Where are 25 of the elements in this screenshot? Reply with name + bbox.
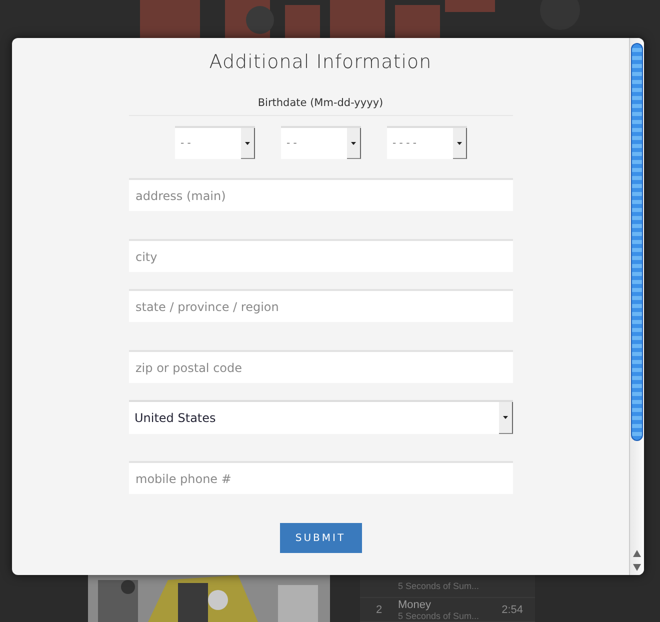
birthdate-select[interactable]: - - - - — [386, 126, 466, 159]
country-select[interactable]: United States — [128, 400, 512, 434]
input-field[interactable]: state / province / region — [128, 289, 512, 322]
caret-icon — [244, 142, 250, 144]
track-title: Money — [398, 598, 432, 610]
up-arrow-icon[interactable] — [633, 550, 641, 557]
input-field[interactable]: mobile phone # — [128, 461, 512, 494]
input-field[interactable]: zip or postal code — [128, 350, 512, 383]
caret-icon — [350, 142, 356, 144]
track-duration: 2:54 — [502, 604, 523, 616]
track-artist: 5 Seconds of Sum... — [398, 581, 480, 591]
birthdate-select[interactable]: - - — [280, 126, 360, 159]
input-field[interactable]: city — [128, 239, 512, 272]
birthdate-select[interactable]: - - — [174, 126, 254, 159]
input-field[interactable]: address (main) — [128, 178, 512, 211]
caret-icon — [502, 416, 508, 419]
down-arrow-icon[interactable] — [633, 564, 641, 571]
dialog-title: Additional Information — [209, 51, 432, 73]
scrollbar[interactable] — [629, 38, 644, 575]
scrollbar-thumb[interactable] — [631, 43, 643, 441]
submit-button[interactable]: SUBMIT — [280, 523, 362, 553]
caret-icon — [456, 142, 462, 144]
track-artist: 5 Seconds of Sum... — [398, 610, 480, 620]
track-number: 2 — [374, 604, 384, 616]
birthdate-label: Birthdate (Mm-dd-yyyy) — [258, 97, 384, 109]
